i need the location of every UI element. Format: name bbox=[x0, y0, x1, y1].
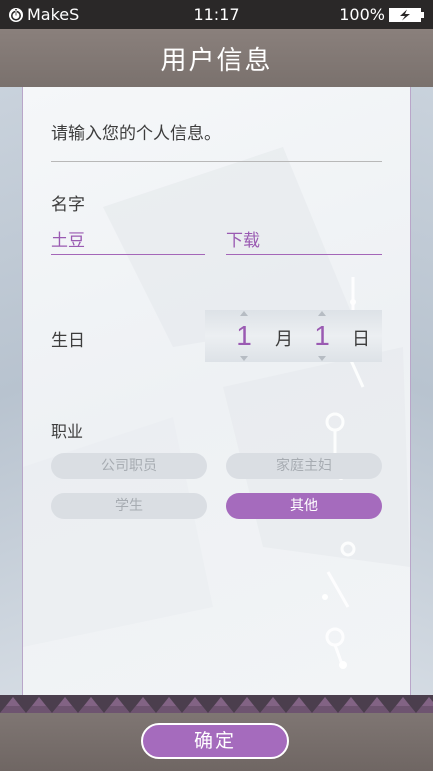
month-up-arrow-icon[interactable] bbox=[240, 311, 248, 316]
day-down-arrow-icon[interactable] bbox=[318, 356, 326, 361]
battery-charging-icon bbox=[389, 7, 424, 22]
day-up-arrow-icon[interactable] bbox=[318, 311, 326, 316]
background-decoration bbox=[23, 147, 410, 669]
side-decoration-right bbox=[410, 87, 433, 695]
battery-percent: 100% bbox=[339, 5, 385, 24]
birthday-picker: 1 月 1 日 bbox=[205, 310, 382, 362]
occupation-option-office-worker[interactable]: 公司职员 bbox=[51, 453, 207, 479]
last-name-field[interactable]: 下载 bbox=[226, 228, 382, 255]
triangle-pattern bbox=[0, 695, 433, 713]
user-info-card: 请输入您的个人信息。 名字 土豆 下载 生日 1 月 1 日 职业 公司职员 家… bbox=[23, 87, 410, 695]
intro-text: 请输入您的个人信息。 bbox=[51, 124, 221, 144]
day-value: 1 bbox=[314, 320, 330, 351]
day-spinner[interactable]: 1 bbox=[307, 310, 337, 362]
birthday-label: 生日 bbox=[51, 331, 85, 351]
name-label: 名字 bbox=[51, 195, 85, 215]
status-bar: MakeS 11:17 100% bbox=[0, 0, 433, 29]
month-spinner[interactable]: 1 bbox=[229, 310, 259, 362]
occupation-label: 职业 bbox=[51, 422, 84, 441]
status-battery: 100% bbox=[339, 5, 425, 24]
occupation-option-student[interactable]: 学生 bbox=[51, 493, 207, 519]
bottom-bar: 确定 bbox=[0, 713, 433, 771]
confirm-button[interactable]: 确定 bbox=[141, 723, 289, 759]
bottom-pattern-strip bbox=[0, 695, 433, 713]
month-unit: 月 bbox=[275, 329, 293, 350]
month-value: 1 bbox=[236, 320, 252, 351]
occupation-option-other[interactable]: 其他 bbox=[226, 493, 382, 519]
intro-divider bbox=[51, 161, 382, 162]
first-name-field[interactable]: 土豆 bbox=[51, 228, 205, 255]
day-unit: 日 bbox=[352, 329, 370, 350]
page-title: 用户信息 bbox=[0, 29, 433, 87]
occupation-option-housewife[interactable]: 家庭主妇 bbox=[226, 453, 382, 479]
month-down-arrow-icon[interactable] bbox=[240, 356, 248, 361]
side-decoration-left bbox=[0, 87, 23, 695]
screen: MakeS 11:17 100% 用户信息 请输入您的个人信息。 名字 土豆 下… bbox=[0, 0, 433, 771]
